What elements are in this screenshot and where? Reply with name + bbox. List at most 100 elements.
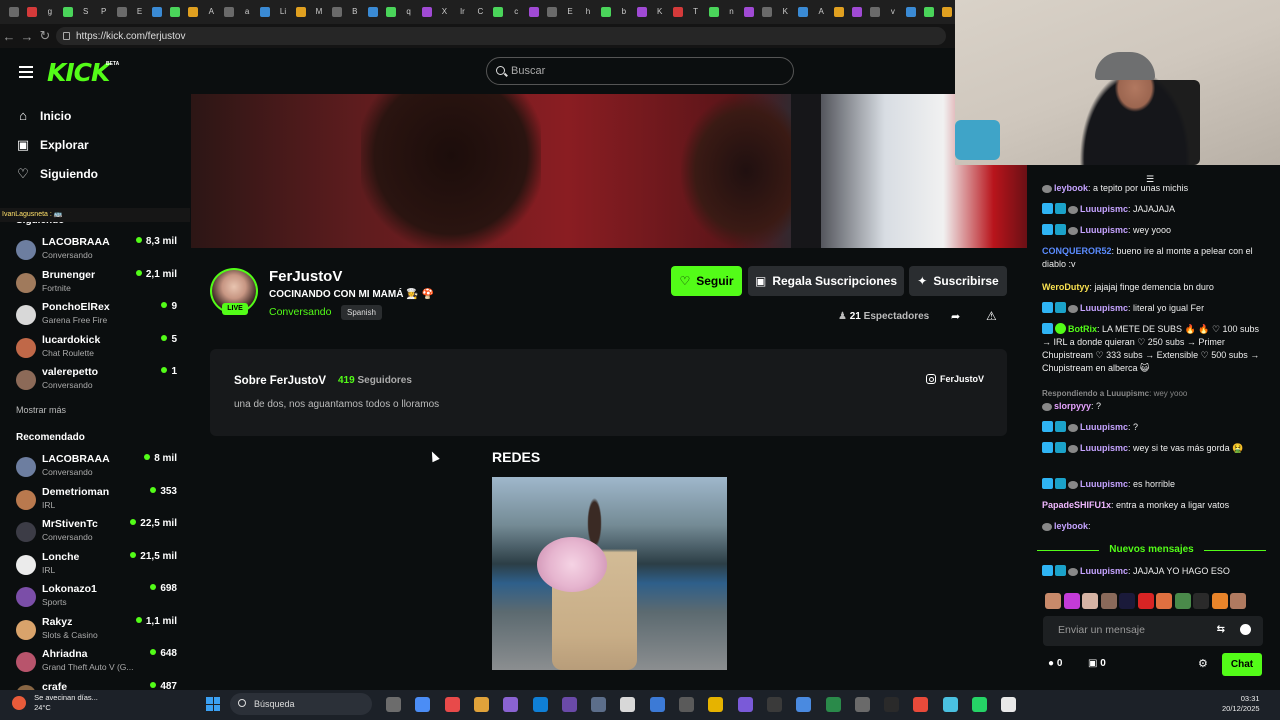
gift-subs-button[interactable]: ▣ Regala Suscripciones (748, 266, 904, 296)
browser-tab[interactable] (526, 4, 542, 20)
browser-tab[interactable] (741, 4, 757, 20)
taskbar-app-icon[interactable] (766, 697, 782, 712)
kick-logo[interactable]: KICK (47, 58, 110, 87)
browser-tab[interactable]: K (652, 4, 668, 20)
emote-icon[interactable] (1174, 593, 1191, 609)
chat-username[interactable]: Luuupismc (1080, 225, 1128, 235)
taskbar-app-icon[interactable] (561, 697, 577, 712)
sidebar-channel[interactable]: Rakyz Slots & Casino 1,1 mil (16, 616, 180, 648)
browser-tab[interactable] (759, 4, 775, 20)
browser-tab[interactable] (293, 4, 309, 20)
browser-tab[interactable]: n (724, 4, 740, 20)
browser-tab[interactable] (706, 4, 722, 20)
channel-name[interactable]: FerJustoV (269, 268, 342, 285)
browser-tab[interactable]: a (239, 4, 255, 20)
browser-tab[interactable]: c (508, 4, 524, 20)
browser-tab[interactable] (329, 4, 345, 20)
taskbar-app-icon[interactable] (473, 697, 489, 712)
sidebar-channel[interactable]: LACOBRAAA Conversando 8,3 mil (16, 236, 180, 268)
sidebar-channel[interactable]: Lokonazo1 Sports 698 (16, 583, 180, 615)
chat-username[interactable]: PapadeSHIFU1x (1042, 500, 1111, 510)
chat-username[interactable]: Respondiendo a Luuupismc (1042, 389, 1149, 398)
chat-username[interactable]: CONQUEROR52 (1042, 246, 1112, 256)
browser-tab[interactable]: Ir (454, 4, 470, 20)
system-clock[interactable]: 03:31 20/12/2025 (1222, 694, 1260, 714)
follow-button[interactable]: ♡ Seguir (671, 266, 742, 296)
browser-tab[interactable] (921, 4, 937, 20)
taskbar-app-icon[interactable] (1001, 697, 1017, 712)
taskbar-app-icon[interactable] (649, 697, 665, 712)
browser-tab[interactable]: M (311, 4, 327, 20)
browser-tab[interactable] (383, 4, 399, 20)
browser-tab[interactable] (598, 4, 614, 20)
browser-tab[interactable] (903, 4, 919, 20)
taskbar-app-icon[interactable] (854, 697, 870, 712)
browser-tab[interactable]: B (347, 4, 363, 20)
browser-tab[interactable] (849, 4, 865, 20)
chat-username[interactable]: Luuupismc (1080, 303, 1128, 313)
chat-username[interactable]: leybook (1054, 521, 1088, 531)
chat-username[interactable]: WeroDutyy (1042, 282, 1089, 292)
browser-tab[interactable]: S (78, 4, 94, 20)
taskbar-app-icon[interactable] (620, 697, 636, 712)
browser-tab[interactable] (867, 4, 883, 20)
sidebar-channel[interactable]: lucardokick Chat Roulette 5 (16, 334, 180, 366)
browser-tab[interactable]: X (437, 4, 453, 20)
emote-icon[interactable] (1082, 593, 1098, 609)
emote-icon[interactable] (1100, 593, 1117, 609)
taskbar-app-icon[interactable] (825, 697, 841, 712)
search-input[interactable]: Buscar (486, 57, 794, 85)
taskbar-app-icon[interactable] (796, 697, 812, 712)
browser-tab[interactable]: A (203, 4, 219, 20)
browser-tab[interactable] (6, 4, 22, 20)
browser-tab[interactable] (365, 4, 381, 20)
taskbar-app-icon[interactable] (884, 697, 900, 712)
chat-input[interactable]: Enviar un mensaje ⇆ (1043, 616, 1263, 646)
chat-username[interactable]: slorpyyy (1054, 401, 1091, 411)
emote-icon[interactable] (1063, 593, 1080, 609)
subscribe-button[interactable]: ✦ Suscribirse (909, 266, 1007, 296)
nav-home[interactable]: ⌂ Inicio (16, 109, 71, 124)
sidebar-channel[interactable]: PonchoElRex Garena Free Fire 9 (16, 301, 180, 333)
forward-icon[interactable]: → (18, 29, 36, 44)
taskbar-app-icon[interactable] (708, 697, 724, 712)
warning-icon[interactable]: ⚠ (986, 309, 997, 323)
browser-tab[interactable] (24, 4, 40, 20)
taskbar-app-icon[interactable] (913, 697, 929, 712)
browser-tab[interactable] (60, 4, 76, 20)
nav-following[interactable]: ♡ Siguiendo (16, 167, 98, 182)
panel-image[interactable] (492, 477, 727, 670)
taskbar-app-icon[interactable] (737, 697, 753, 712)
browser-tab[interactable] (419, 4, 435, 20)
back-icon[interactable]: ← (0, 29, 18, 44)
browser-tab[interactable]: A (813, 4, 829, 20)
sidebar-channel[interactable]: Lonche IRL 21,5 mil (16, 551, 180, 583)
sidebar-channel[interactable]: LACOBRAAA Conversando 8 mil (16, 453, 180, 485)
chat-username[interactable]: Luuupismc (1080, 479, 1128, 489)
browser-tab[interactable]: v (885, 4, 901, 20)
emote-icon[interactable] (1230, 593, 1246, 609)
browser-tab[interactable] (185, 4, 201, 20)
emote-icon[interactable] (1156, 593, 1172, 609)
reload-icon[interactable]: ↻ (36, 28, 54, 44)
browser-tab[interactable]: h (580, 4, 596, 20)
sidebar-channel[interactable]: Demetrioman IRL 353 (16, 486, 180, 518)
weather-widget[interactable]: Se avecinan días... 24°C (12, 693, 98, 713)
browser-tab[interactable]: g (42, 4, 58, 20)
chat-username[interactable]: Luuupismc (1080, 566, 1128, 576)
browser-tab[interactable] (490, 4, 506, 20)
browser-tab[interactable]: C (472, 4, 488, 20)
browser-tab[interactable]: E (562, 4, 578, 20)
browser-tab[interactable]: E (132, 4, 148, 20)
browser-tab[interactable] (634, 4, 650, 20)
chat-username[interactable]: leybook (1054, 183, 1088, 193)
browser-tab[interactable] (670, 4, 686, 20)
browser-tab[interactable] (544, 4, 560, 20)
browser-tab[interactable]: b (616, 4, 632, 20)
taskbar-app-icon[interactable] (444, 697, 460, 712)
taskbar-app-icon[interactable] (415, 697, 431, 712)
taskbar-app-icon[interactable] (532, 697, 548, 712)
video-player[interactable] (191, 94, 1027, 248)
browser-tab[interactable] (221, 4, 237, 20)
emote-icon[interactable] (1137, 593, 1154, 609)
